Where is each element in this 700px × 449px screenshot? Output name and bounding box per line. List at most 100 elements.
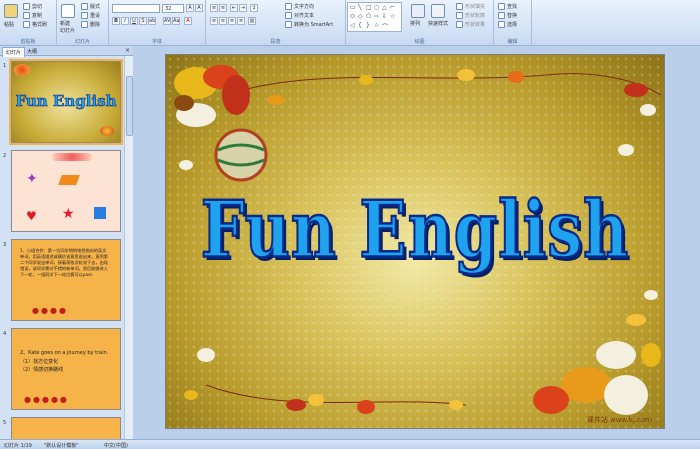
vine bbox=[225, 73, 662, 96]
font-color-button[interactable]: A bbox=[184, 17, 192, 25]
format-painter-label: 格式刷 bbox=[32, 22, 48, 28]
vine bbox=[205, 384, 467, 406]
tab-slides[interactable]: 幻灯片 bbox=[2, 47, 26, 57]
scissors-icon bbox=[23, 3, 30, 10]
justify-button[interactable]: ≡ bbox=[237, 17, 245, 25]
slide-thumb-4[interactable]: 2、Kate goes on a journey by train. （1）找方… bbox=[11, 328, 121, 410]
effects-icon bbox=[456, 21, 463, 28]
numbering-button[interactable]: ≡ bbox=[219, 4, 227, 12]
close-pane-icon[interactable]: × bbox=[125, 47, 130, 54]
tab-outline[interactable]: 大纲 bbox=[24, 47, 40, 56]
shapes-gallery[interactable]: ▭ ╲ □ ○ △ ⌐ ⬭ ◇ ⬠ ⇨ ⇩ ☆ ◁{} ☆ ⌒ bbox=[347, 2, 402, 32]
leaf bbox=[357, 400, 375, 414]
slide-1[interactable]: Fun English 课件站 www.kj.com bbox=[165, 54, 665, 429]
copy-icon bbox=[23, 12, 30, 19]
ladybug-decoration: ●●●● bbox=[32, 306, 68, 315]
reset-button[interactable]: 重设 bbox=[81, 12, 100, 19]
paragraph-group: ≡ ≡ ⇤ ⇥ ↕ ≡ ≡ ≡ ≡ ▥ 文字方向 对齐文本 转换为 SmartA… bbox=[206, 0, 346, 46]
italic-button[interactable]: I bbox=[121, 17, 129, 25]
align-text-icon bbox=[285, 12, 292, 19]
paste-icon[interactable] bbox=[4, 4, 18, 18]
quick-styles-button[interactable]: 快速样式 bbox=[428, 20, 448, 27]
paste-button[interactable]: 粘贴 bbox=[4, 21, 14, 28]
shadow-button[interactable]: S bbox=[139, 17, 147, 25]
cut-button[interactable]: 剪切 bbox=[23, 3, 42, 10]
slide-thumb-5[interactable] bbox=[11, 417, 121, 439]
language-indicator[interactable]: 中文(中国) bbox=[104, 442, 128, 449]
shape-fill-button[interactable]: 形状填充 bbox=[456, 3, 485, 10]
line-spacing-button[interactable]: ↕ bbox=[250, 4, 258, 12]
arrange-icon[interactable] bbox=[411, 4, 425, 18]
format-painter-button[interactable]: 格式刷 bbox=[23, 21, 47, 28]
thumb-body-text: （2）情感切换路线 bbox=[20, 367, 64, 373]
reset-icon bbox=[81, 12, 88, 19]
select-label: 选择 bbox=[507, 22, 518, 28]
align-text-label: 对齐文本 bbox=[294, 13, 315, 19]
bold-button[interactable]: B bbox=[112, 17, 120, 25]
change-case-button[interactable]: Aa bbox=[172, 17, 180, 25]
align-left-button[interactable]: ≡ bbox=[210, 17, 218, 25]
new-slide-button-line2[interactable]: 幻灯片 bbox=[60, 27, 75, 34]
scrollbar-thumb[interactable] bbox=[126, 76, 133, 136]
leaf bbox=[184, 390, 198, 400]
align-text-button[interactable]: 对齐文本 bbox=[285, 12, 314, 19]
shape-fill-label: 形状填充 bbox=[465, 4, 486, 10]
layout-button[interactable]: 版式 bbox=[81, 3, 100, 10]
select-button[interactable]: 选择 bbox=[498, 21, 517, 28]
thumb-number: 5 bbox=[3, 420, 7, 426]
delete-button[interactable]: 删除 bbox=[81, 21, 100, 28]
slide-canvas: Fun English 课件站 www.kj.com bbox=[133, 46, 700, 439]
smartart-button[interactable]: 转换为 SmartArt bbox=[285, 21, 333, 28]
slide-footer: 课件站 www.kj.com bbox=[586, 416, 652, 424]
drawing-group: ▭ ╲ □ ○ △ ⌐ ⬭ ◇ ⬠ ⇨ ⇩ ☆ ◁{} ☆ ⌒ 排列 快速样式 形状填充 形状轮廓 形状… bbox=[346, 0, 494, 46]
leaf bbox=[286, 399, 306, 411]
new-slide-icon[interactable] bbox=[61, 4, 75, 18]
font-name-combo[interactable] bbox=[112, 4, 160, 13]
underline-button[interactable]: U bbox=[130, 17, 138, 25]
find-button[interactable]: 查找 bbox=[498, 3, 517, 10]
pane-scrollbar[interactable] bbox=[124, 56, 133, 439]
smartart-icon bbox=[285, 21, 292, 28]
columns-button[interactable]: ▥ bbox=[248, 17, 256, 25]
heart-icon: ♥ bbox=[26, 209, 37, 223]
leaf bbox=[308, 394, 324, 406]
reset-label: 重设 bbox=[90, 13, 101, 19]
thumb-title: Fun English bbox=[15, 92, 117, 111]
arrange-button[interactable]: 排列 bbox=[410, 20, 420, 27]
quick-styles-icon[interactable] bbox=[431, 4, 445, 18]
bullets-button[interactable]: ≡ bbox=[210, 4, 218, 12]
pen-icon bbox=[456, 12, 463, 19]
star-icon: ✦ bbox=[26, 171, 38, 187]
editing-group: 查找 替换 选择 编辑 bbox=[494, 0, 532, 46]
leaf bbox=[457, 69, 475, 81]
new-slide-button[interactable]: 新建 bbox=[60, 20, 70, 27]
text-direction-button[interactable]: 文字方向 bbox=[285, 3, 314, 10]
increase-indent-button[interactable]: ⇥ bbox=[239, 4, 247, 12]
align-right-button[interactable]: ≡ bbox=[228, 17, 236, 25]
leaf bbox=[179, 160, 193, 170]
grow-font-button[interactable]: A bbox=[186, 4, 194, 12]
shrink-font-button[interactable]: A bbox=[195, 4, 203, 12]
thumb-body-text: （1）找方位变化 bbox=[20, 359, 59, 365]
align-center-button[interactable]: ≡ bbox=[219, 17, 227, 25]
font-size-combo[interactable]: 32 bbox=[162, 4, 184, 13]
slide-title[interactable]: Fun English bbox=[166, 183, 664, 277]
ornament-ball bbox=[214, 128, 268, 182]
cut-label: 剪切 bbox=[32, 4, 43, 10]
copy-button[interactable]: 复制 bbox=[23, 12, 42, 19]
delete-label: 删除 bbox=[90, 22, 101, 28]
strikethrough-button[interactable]: ab bbox=[148, 17, 156, 25]
paragraph-group-label: 段落 bbox=[270, 39, 281, 45]
slide-counter: 幻灯片 1/19 bbox=[4, 443, 32, 449]
slide-thumb-3[interactable]: 1、小组合作：第一位同学悄悄地把指向的英文单词，用英语描述或模仿该意思说出来，直… bbox=[11, 239, 121, 321]
thumb-body-text: 1、小组合作：第一位同学悄悄地把指向的英文单词，用英语描述或模仿该意思说出来，直… bbox=[20, 248, 108, 277]
decrease-indent-button[interactable]: ⇤ bbox=[230, 4, 238, 12]
font-group: 32 A A B I U S ab AV Aa A 字体 bbox=[109, 0, 206, 46]
slide-thumb-2[interactable]: ✦ ♥ ★ bbox=[11, 150, 121, 232]
shape-outline-button[interactable]: 形状轮廓 bbox=[456, 12, 485, 19]
clipboard-group: 粘贴 剪切 复制 格式刷 剪贴板 bbox=[0, 0, 57, 46]
char-spacing-button[interactable]: AV bbox=[163, 17, 171, 25]
slide-thumb-1[interactable]: Fun English bbox=[9, 59, 123, 145]
shape-effects-button[interactable]: 形状效果 bbox=[456, 21, 485, 28]
replace-button[interactable]: 替换 bbox=[498, 12, 517, 19]
